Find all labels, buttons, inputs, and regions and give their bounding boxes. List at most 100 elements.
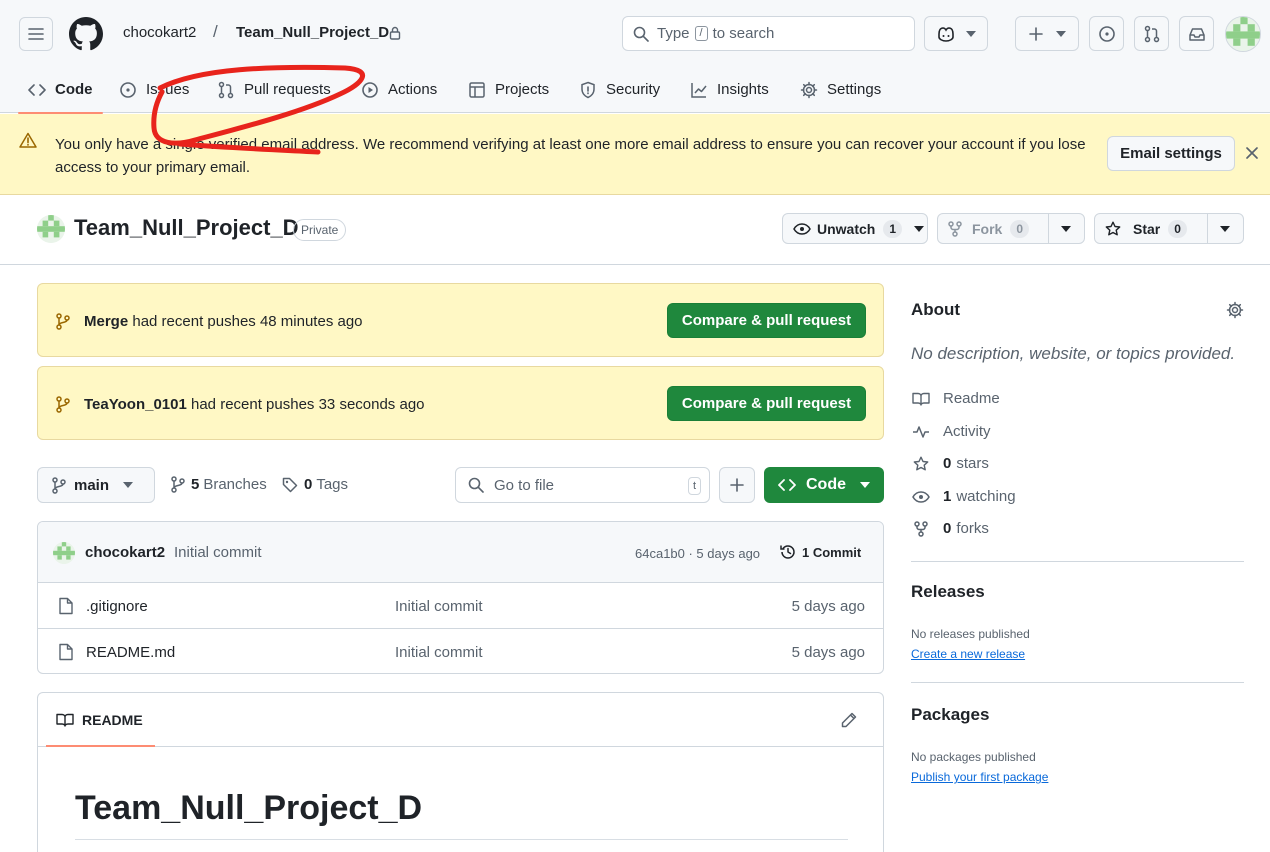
side-item-label: watching (956, 488, 1016, 505)
alert-icon (19, 132, 37, 148)
tab-actions[interactable]: Actions (361, 66, 437, 113)
tab-projects[interactable]: Projects (468, 66, 549, 113)
readme-panel: README Team_Null_Project_D (37, 692, 884, 852)
watchers-link[interactable]: 1 watching (911, 488, 1016, 505)
file-commit-message[interactable]: Initial commit (395, 598, 483, 615)
search-icon (468, 477, 484, 493)
issues-button[interactable] (1089, 16, 1124, 51)
code-dropdown-button[interactable]: Code (764, 467, 884, 503)
go-to-file-input[interactable]: Go to file t (455, 467, 710, 503)
pull-requests-button[interactable] (1134, 16, 1169, 51)
file-name[interactable]: README.md (86, 644, 175, 661)
breadcrumb-repo[interactable]: Team_Null_Project_D (236, 24, 389, 41)
push-branch-name[interactable]: TeaYoon_0101 (84, 396, 187, 413)
branch-selector[interactable]: main (37, 467, 155, 503)
branches-link[interactable]: 5 Branches (171, 476, 267, 493)
unwatch-button[interactable]: Unwatch 1 (783, 214, 912, 243)
file-commit-date: 5 days ago (791, 644, 865, 661)
commit-history-link[interactable]: 1 Commit (779, 543, 861, 561)
tab-issues[interactable]: Issues (119, 66, 189, 113)
identicon-icon (1226, 17, 1260, 51)
commit-author[interactable]: chocokart2 (85, 544, 165, 561)
email-settings-button[interactable]: Email settings (1107, 136, 1235, 171)
search-prefix: Type (657, 25, 690, 42)
file-row[interactable]: README.md Initial commit 5 days ago (38, 629, 883, 673)
compare-pull-request-button[interactable]: Compare & pull request (667, 386, 866, 421)
add-file-button[interactable] (719, 467, 755, 503)
search-input[interactable]: Type / to search (622, 16, 915, 51)
file-name[interactable]: .gitignore (86, 598, 148, 615)
releases-heading[interactable]: Releases (911, 582, 985, 602)
packages-heading[interactable]: Packages (911, 705, 989, 725)
fork-dropdown[interactable] (1049, 214, 1083, 243)
commit-message[interactable]: Initial commit (174, 544, 262, 561)
tags-count: 0 (304, 476, 313, 493)
close-icon[interactable] (1245, 146, 1259, 160)
fork-button[interactable]: Fork 0 (938, 214, 1048, 243)
fork-icon (911, 520, 931, 537)
watch-dropdown[interactable] (912, 214, 930, 243)
star-button[interactable]: Star 0 (1095, 214, 1207, 243)
file-row[interactable]: .gitignore Initial commit 5 days ago (38, 583, 883, 629)
repo-name[interactable]: Team_Null_Project_D (74, 215, 299, 241)
graph-icon (691, 82, 707, 98)
readme-link[interactable]: Readme (911, 390, 1000, 407)
tab-label: Code (55, 81, 93, 98)
stars-count: 0 (943, 455, 952, 472)
commit-hash-time[interactable]: 64ca1b0 · 5 days ago (635, 546, 760, 561)
tab-security[interactable]: Security (579, 66, 660, 113)
stars-link[interactable]: 0 stars (911, 455, 989, 472)
commit-author-avatar[interactable] (53, 542, 75, 564)
hamburger-icon (28, 28, 44, 40)
file-commit-message[interactable]: Initial commit (395, 644, 483, 661)
inbox-button[interactable] (1179, 16, 1214, 51)
readme-tab-label: README (82, 712, 143, 728)
chevron-down-icon (1220, 225, 1230, 232)
tab-label: Security (606, 81, 661, 98)
tab-label: Pull requests (244, 81, 331, 98)
compare-pull-request-button[interactable]: Compare & pull request (667, 303, 866, 338)
readme-tab[interactable]: README (56, 712, 143, 728)
user-avatar[interactable] (1225, 16, 1261, 52)
book-icon (911, 392, 931, 406)
search-suffix: to search (712, 25, 775, 42)
pull-request-icon (1144, 25, 1159, 42)
tab-label: Projects (495, 81, 550, 98)
visibility-badge: Private (293, 219, 347, 241)
code-icon (778, 479, 796, 491)
copilot-button[interactable] (924, 16, 988, 51)
branch-name: main (74, 476, 110, 494)
menu-button[interactable] (19, 17, 53, 51)
side-item-label: Readme (943, 390, 1000, 407)
gear-icon[interactable] (1226, 301, 1244, 319)
tab-code[interactable]: Code (18, 66, 102, 114)
code-button-label: Code (806, 476, 846, 493)
file-commit-date: 5 days ago (791, 598, 865, 615)
create-release-link[interactable]: Create a new release (911, 647, 1025, 661)
tab-insights[interactable]: Insights (690, 66, 769, 113)
forks-link[interactable]: 0 forks (911, 520, 989, 537)
fork-label: Fork (972, 220, 1003, 237)
breadcrumb-separator: / (213, 22, 218, 41)
tags-link[interactable]: 0 Tags (282, 476, 348, 493)
branch-icon (171, 476, 185, 493)
divider (911, 682, 1244, 683)
github-logo-icon[interactable] (69, 17, 103, 51)
branch-icon (56, 313, 70, 330)
tab-pull-requests[interactable]: Pull requests (217, 66, 331, 113)
push-branch-name[interactable]: Merge (84, 313, 128, 330)
forks-count: 0 (943, 520, 952, 537)
divider (911, 561, 1244, 562)
publish-package-link[interactable]: Publish your first package (911, 770, 1048, 784)
play-icon (362, 81, 378, 98)
tab-settings[interactable]: Settings (800, 66, 881, 113)
create-new-button[interactable] (1015, 16, 1079, 51)
star-dropdown[interactable] (1208, 214, 1242, 243)
commit-count-label: 1 Commit (802, 544, 862, 560)
pencil-icon[interactable] (841, 712, 857, 728)
star-icon (911, 456, 931, 472)
breadcrumb-owner[interactable]: chocokart2 (123, 24, 196, 41)
repo-owner-avatar[interactable] (37, 215, 65, 243)
activity-link[interactable]: Activity (911, 423, 991, 440)
chevron-down-icon (123, 482, 134, 488)
